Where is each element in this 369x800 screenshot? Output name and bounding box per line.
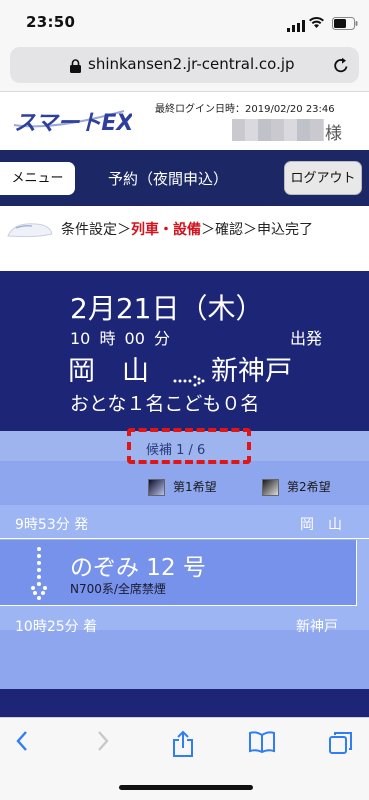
last-login-label: 最終ログイン日時：2019/02/20 23:46 [155, 104, 335, 115]
share-icon[interactable] [172, 730, 194, 762]
first-choice-swatch [148, 479, 165, 496]
menu-button[interactable]: メニュー [0, 162, 75, 195]
wifi-icon [308, 14, 325, 33]
trip-summary: 2月21日（木） 10 時 00 分 出発 岡 山 新神戸 おとな１名こども０名 [0, 271, 369, 431]
status-bar: 23:50 [0, 0, 369, 44]
home-indicator [119, 785, 253, 790]
bookmarks-icon[interactable] [248, 730, 276, 758]
train-name: のぞみ 12 号 [70, 555, 206, 581]
passenger-count: おとな１名こども０名 [70, 393, 260, 415]
step-conditions: 条件設定＞ [61, 222, 131, 238]
reload-icon[interactable] [333, 57, 349, 78]
down-arrow-icon [30, 546, 48, 608]
train-type: N700系/全席禁煙 [70, 582, 166, 596]
user-name-redacted [232, 119, 324, 141]
trip-date: 2月21日（木） [70, 292, 264, 325]
honorific-text: 様 [325, 124, 342, 144]
content-footer-band [0, 689, 369, 717]
arrival-row: 10時25分 着 新神戸 [0, 606, 369, 640]
step-current: 列車・設備 [131, 222, 201, 238]
departure-time: 10 時 00 分 [70, 329, 170, 348]
url-text: shinkansen2.jr-central.co.jp [88, 55, 295, 73]
train-arrival-time: 10時25分 着 [15, 619, 98, 635]
browser-address-area: shinkansen2.jr-central.co.jp [0, 44, 369, 92]
spacer [0, 250, 369, 271]
departure-time-row: 10 時 00 分 出発 [70, 325, 322, 349]
battery-icon [332, 15, 358, 34]
train-details[interactable]: のぞみ 12 号 N700系/全席禁煙 [0, 540, 357, 606]
site-header: スマートEX 最終ログイン日時：2019/02/20 23:46 様 [0, 93, 369, 150]
legend-first-label: 第1希望 [173, 480, 217, 494]
smartex-logo: スマートEX [13, 110, 132, 136]
route-stations: 岡 山 新神戸 [68, 349, 292, 388]
legend-second-choice: 第2希望 [262, 478, 331, 496]
logout-button[interactable]: ログアウト [284, 161, 362, 195]
train-departure-station: 岡 山 [300, 517, 342, 533]
cellular-signal-icon [287, 17, 305, 36]
train-departure-time: 9時53分 発 [15, 517, 89, 533]
legend-second-label: 第2希望 [287, 480, 331, 494]
page-title: 予約（夜間申込） [108, 170, 229, 188]
lock-icon [70, 58, 81, 77]
logo-text: スマートEX [14, 111, 132, 136]
train-icon [6, 216, 54, 244]
status-time: 23:50 [26, 13, 76, 31]
from-station: 岡 山 [68, 356, 149, 387]
progress-steps: 条件設定＞列車・設備＞確認＞申込完了 [0, 206, 369, 250]
steps-text: 条件設定＞列車・設備＞確認＞申込完了 [61, 219, 313, 239]
back-icon[interactable] [15, 730, 29, 756]
to-station: 新神戸 [211, 356, 292, 387]
departure-label: 出発 [290, 329, 323, 348]
second-choice-swatch [262, 479, 279, 496]
departure-row: 9時53分 発 岡 山 [0, 505, 369, 539]
tabs-icon[interactable] [328, 730, 354, 760]
forward-icon[interactable] [96, 730, 110, 756]
train-arrival-station: 新神戸 [296, 619, 338, 635]
nav-bar: メニュー 予約（夜間申込） ログアウト [0, 150, 369, 206]
annotation-highlight-box [127, 428, 251, 464]
step-rest: ＞確認＞申込完了 [201, 222, 313, 238]
legend-first-choice: 第1希望 [148, 478, 217, 496]
address-bar[interactable]: shinkansen2.jr-central.co.jp [10, 47, 359, 83]
